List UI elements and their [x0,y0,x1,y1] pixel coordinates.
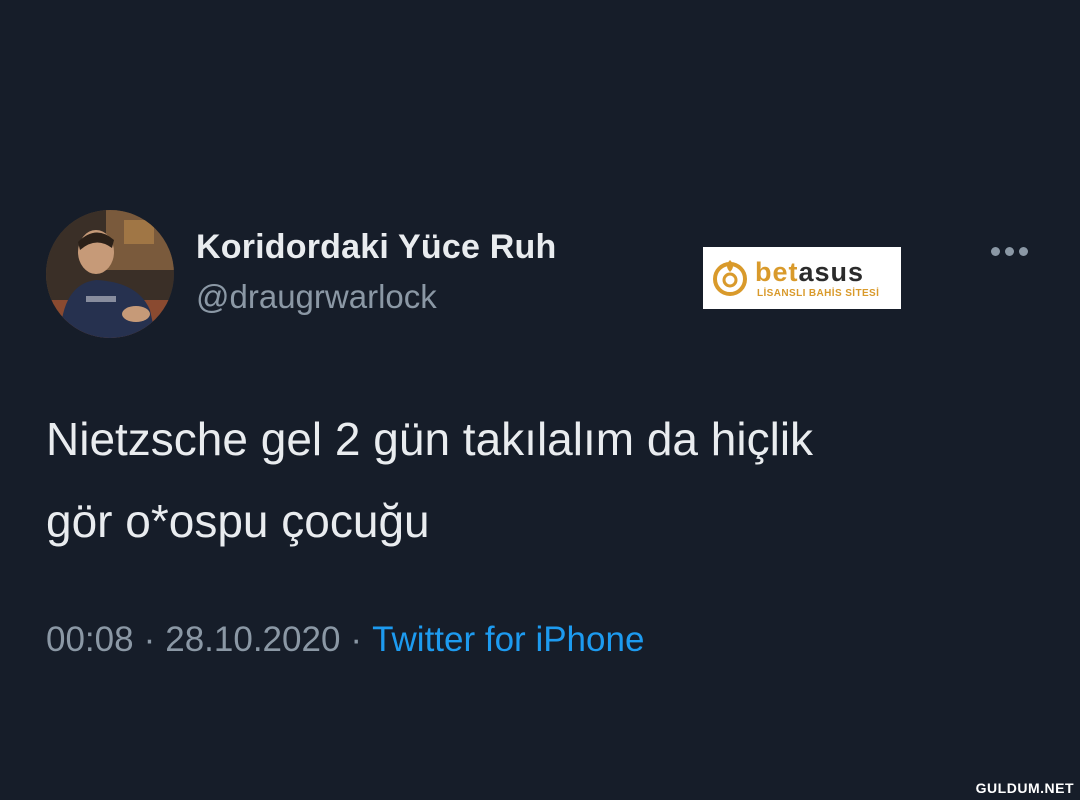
avatar[interactable] [46,210,174,338]
display-name[interactable]: Koridordaki Yüce Ruh [196,228,556,267]
more-horizontal-icon [990,246,1000,256]
meta-separator: · [350,620,363,659]
tweet-time[interactable]: 00:08 [46,620,134,659]
more-horizontal-icon [1004,246,1014,256]
ad-tagline: LİSANSLI BAHİS SİTESİ [757,288,880,299]
more-options-button[interactable] [984,238,1034,264]
tweet-text: Nietzsche gel 2 gün takılalım da hiçlik … [46,398,1036,562]
ad-banner[interactable]: betasus LİSANSLI BAHİS SİTESİ [703,247,901,309]
tweet-card: Koridordaki Yüce Ruh @draugrwarlock beta… [0,0,1080,800]
tweet-source-link[interactable]: Twitter for iPhone [372,620,644,659]
tweet-text-line: gör o*ospu çocuğu [46,495,430,547]
ad-logo-icon [713,260,747,296]
user-handle[interactable]: @draugrwarlock [196,278,437,316]
ad-brand-name: betasus [755,257,864,288]
tweet-date[interactable]: 28.10.2020 [165,620,340,659]
watermark: GULDUM.NET [975,780,1074,796]
meta-separator: · [143,620,156,659]
avatar-image [46,210,174,338]
ad-brand-prefix: bet [755,257,799,287]
tweet-text-line: Nietzsche gel 2 gün takılalım da hiçlik [46,413,814,465]
ad-brand-suffix: asus [798,257,865,287]
tweet-meta: 00:08 · 28.10.2020 · Twitter for iPhone [46,620,644,660]
more-horizontal-icon [1018,246,1028,256]
